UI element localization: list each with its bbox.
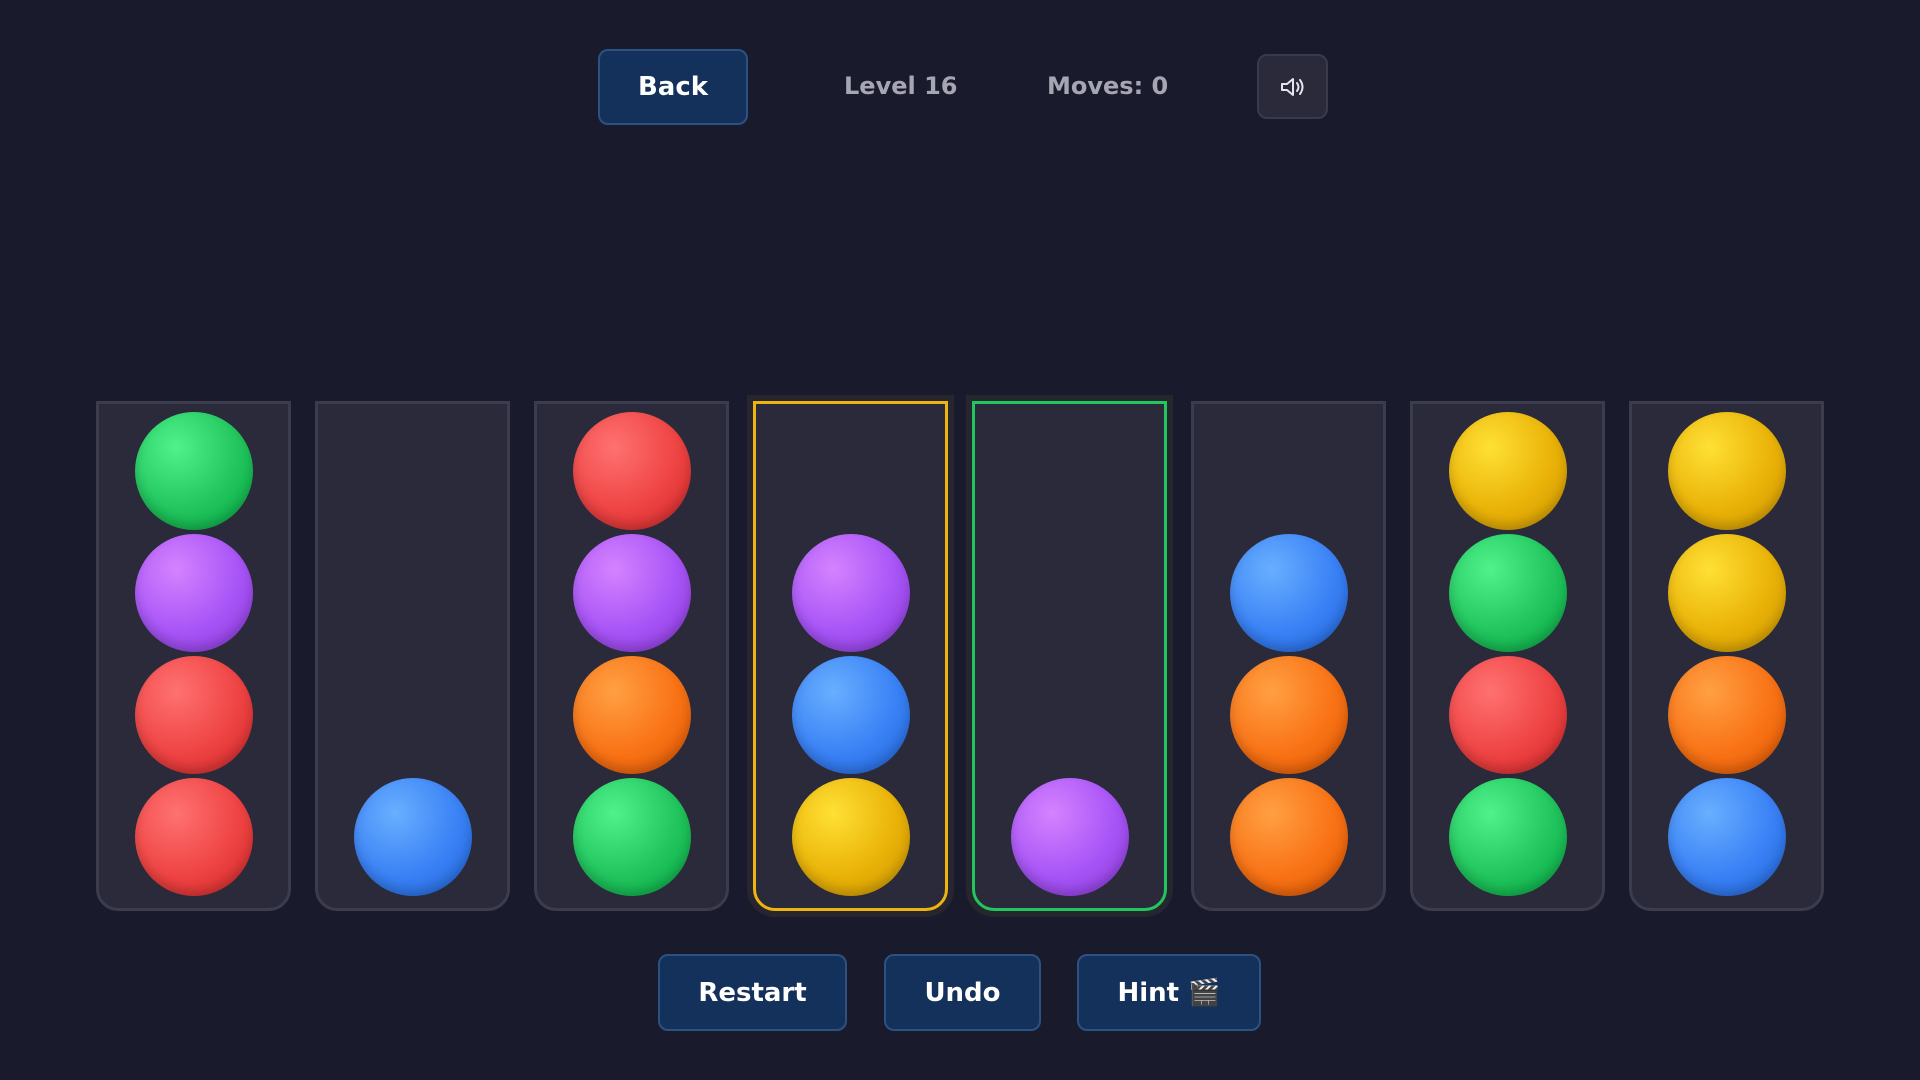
hint-button[interactable]: Hint 🎬 [1077, 954, 1261, 1031]
orange-ball [1230, 656, 1348, 774]
tube-8[interactable] [1629, 401, 1824, 911]
orange-ball [1668, 656, 1786, 774]
blue-ball [1668, 778, 1786, 896]
moves-counter: Moves: 0 [1047, 72, 1169, 100]
blue-ball [792, 656, 910, 774]
tube-4[interactable] [753, 401, 948, 911]
green-ball [573, 778, 691, 896]
sound-toggle-button[interactable] [1257, 54, 1328, 119]
green-ball [1449, 534, 1567, 652]
red-ball [135, 656, 253, 774]
level-indicator: Level 16 [844, 72, 958, 100]
yellow-ball [792, 778, 910, 896]
undo-button[interactable]: Undo [884, 954, 1041, 1031]
red-ball [135, 778, 253, 896]
red-ball [573, 412, 691, 530]
game-screen: Back Level 16 Moves: 0 Restart Undo Hint… [0, 0, 1920, 1080]
orange-ball [1230, 778, 1348, 896]
tube-3[interactable] [534, 401, 729, 911]
orange-ball [573, 656, 691, 774]
green-ball [135, 412, 253, 530]
purple-ball [1011, 778, 1129, 896]
purple-ball [792, 534, 910, 652]
purple-ball [573, 534, 691, 652]
blue-ball [354, 778, 472, 896]
blue-ball [1230, 534, 1348, 652]
tube-2[interactable] [315, 401, 510, 911]
top-bar: Back Level 16 Moves: 0 [0, 0, 1920, 130]
restart-button[interactable]: Restart [658, 954, 847, 1031]
red-ball [1449, 656, 1567, 774]
tube-1[interactable] [96, 401, 291, 911]
yellow-ball [1449, 412, 1567, 530]
tube-7[interactable] [1410, 401, 1605, 911]
yellow-ball [1668, 412, 1786, 530]
speaker-icon [1280, 77, 1303, 96]
back-button[interactable]: Back [598, 49, 748, 125]
tube-6[interactable] [1191, 401, 1386, 911]
purple-ball [135, 534, 253, 652]
yellow-ball [1668, 534, 1786, 652]
tube-5[interactable] [972, 401, 1167, 911]
green-ball [1449, 778, 1567, 896]
